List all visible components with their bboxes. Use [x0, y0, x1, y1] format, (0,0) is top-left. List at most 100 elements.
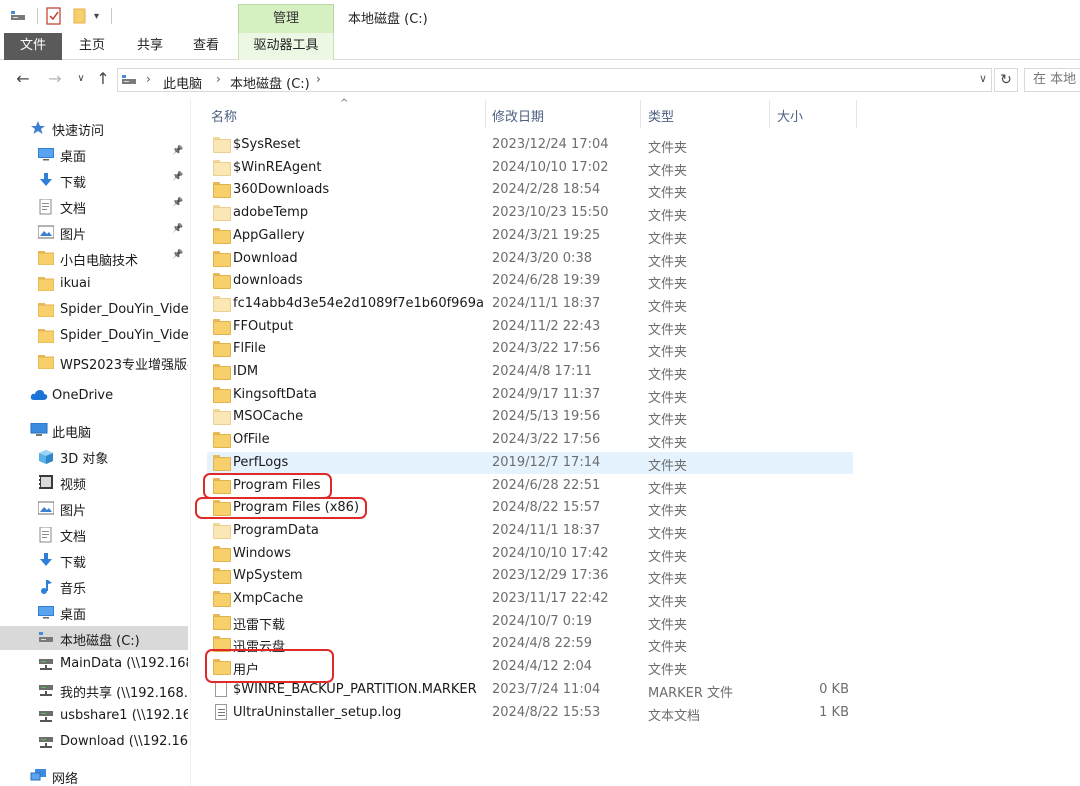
file-date: 2019/12/7 17:14	[492, 454, 601, 470]
column-header-name[interactable]: 名称	[211, 106, 237, 125]
file-row[interactable]: Windows 2024/10/10 17:42 文件夹	[207, 543, 853, 565]
sidebar-item[interactable]: usbshare1 (\\192.168	[0, 704, 188, 728]
file-row[interactable]: Download 2024/3/20 0:38 文件夹	[207, 248, 853, 270]
sidebar-item-label: 此电脑	[52, 426, 92, 441]
forward-arrow-icon[interactable]: →	[46, 69, 64, 89]
file-date: 2024/3/21 19:25	[492, 227, 601, 243]
tab-home[interactable]: 主页	[70, 33, 114, 60]
file-row[interactable]: OfFile 2024/3/22 17:56 文件夹	[207, 429, 853, 451]
sidebar-item[interactable]: 视频	[0, 470, 188, 494]
sidebar-item[interactable]: 快速访问	[0, 116, 188, 140]
sidebar-item[interactable]: Spider_DouYin_Video	[0, 298, 188, 322]
sidebar-item[interactable]: 文档	[0, 522, 188, 546]
sidebar-item-label: usbshare1 (\\192.168	[60, 708, 188, 723]
file-row[interactable]: 迅雷下载 2024/10/7 0:19 文件夹	[207, 611, 853, 633]
column-header-date[interactable]: 修改日期	[492, 106, 544, 125]
sidebar-item-label: WPS2023专业增强版-	[60, 358, 188, 373]
file-name: 迅雷下载	[233, 617, 286, 633]
file-row[interactable]: ProgramData 2024/11/1 18:37 文件夹	[207, 520, 853, 542]
sidebar-item[interactable]: Spider_DouYin_Video	[0, 324, 188, 348]
back-arrow-icon[interactable]: ←	[14, 69, 32, 89]
file-row[interactable]: PerfLogs 2019/12/7 17:14 文件夹	[207, 451, 853, 474]
sidebar-item[interactable]: 图片 📌	[0, 220, 188, 244]
recent-locations-icon[interactable]: ∨	[72, 69, 90, 89]
breadcrumb-chevron-icon[interactable]: ›	[146, 72, 151, 86]
file-row[interactable]: $SysReset 2023/12/24 17:04 文件夹	[207, 134, 853, 156]
breadcrumb-this-pc[interactable]: 此电脑	[163, 73, 202, 92]
column-header-size[interactable]: 大小	[777, 106, 803, 125]
folder-icon	[37, 329, 55, 344]
pin-icon[interactable]: 📌	[172, 172, 183, 182]
file-row[interactable]: IDM 2024/4/8 17:11 文件夹	[207, 361, 853, 383]
pin-icon[interactable]: 📌	[172, 250, 183, 260]
pin-icon[interactable]: 📌	[172, 146, 183, 156]
file-row[interactable]: downloads 2024/6/28 19:39 文件夹	[207, 270, 853, 292]
file-row[interactable]: FFOutput 2024/11/2 22:43 文件夹	[207, 316, 853, 338]
sidebar-item[interactable]: OneDrive	[0, 384, 188, 408]
sidebar-item[interactable]: 本地磁盘 (C:)	[0, 626, 188, 650]
network-drive-icon	[38, 683, 54, 697]
column-header-type[interactable]: 类型	[648, 106, 674, 125]
tab-view[interactable]: 查看	[184, 33, 228, 60]
sidebar-item[interactable]: Download (\\192.168	[0, 730, 188, 754]
address-bar[interactable]: › 此电脑 › 本地磁盘 (C:) › ∨	[117, 68, 992, 92]
manage-tab[interactable]: 管理	[238, 4, 334, 33]
sidebar-item[interactable]: 图片	[0, 496, 188, 520]
sidebar-item[interactable]: 音乐	[0, 574, 188, 598]
file-name: $WINRE_BACKUP_PARTITION.MARKER	[233, 681, 477, 697]
file-name: AppGallery	[233, 227, 305, 243]
navigation-bar: ← → ∨ ↑ › 此电脑 › 本地磁盘 (C:) › ∨ ↻ 在 本地	[0, 60, 1080, 98]
file-row[interactable]: MSOCache 2024/5/13 19:56 文件夹	[207, 406, 853, 428]
file-row[interactable]: Program Files (x86) 2024/8/22 15:57 文件夹	[207, 497, 853, 519]
file-date: 2024/10/7 0:19	[492, 613, 592, 629]
sidebar-item[interactable]: 桌面	[0, 600, 188, 624]
sidebar-item[interactable]: 桌面 📌	[0, 142, 188, 166]
refresh-button[interactable]: ↻	[994, 68, 1018, 92]
file-row[interactable]: $WINRE_BACKUP_PARTITION.MARKER 2023/7/24 …	[207, 679, 853, 701]
file-row[interactable]: 360Downloads 2024/2/28 18:54 文件夹	[207, 179, 853, 201]
file-row[interactable]: 迅雷云盘 2024/4/8 22:59 文件夹	[207, 633, 853, 655]
breadcrumb-chevron-icon[interactable]: ›	[316, 72, 321, 86]
sidebar-item[interactable]: WPS2023专业增强版-	[0, 350, 188, 374]
pin-icon[interactable]: 📌	[172, 224, 183, 234]
properties-icon[interactable]	[46, 7, 62, 25]
sidebar-item[interactable]: ikuai	[0, 272, 188, 296]
file-row[interactable]: XmpCache 2023/11/17 22:42 文件夹	[207, 588, 853, 610]
file-row[interactable]: FlFile 2024/3/22 17:56 文件夹	[207, 338, 853, 360]
tab-file[interactable]: 文件	[4, 33, 62, 60]
address-dropdown-icon[interactable]: ∨	[979, 72, 987, 85]
file-date: 2024/2/28 18:54	[492, 182, 601, 198]
sidebar-item[interactable]: MainData (\\192.168	[0, 652, 188, 676]
new-folder-icon[interactable]	[72, 8, 88, 24]
breadcrumb-local-disk[interactable]: 本地磁盘 (C:)	[230, 73, 310, 92]
sidebar-item[interactable]: 3D 对象	[0, 444, 188, 468]
up-arrow-icon[interactable]: ↑	[94, 69, 112, 89]
breadcrumb-chevron-icon[interactable]: ›	[216, 72, 221, 86]
folder-icon	[37, 251, 55, 266]
file-row[interactable]: $WinREAgent 2024/10/10 17:02 文件夹	[207, 157, 853, 179]
file-row[interactable]: fc14abb4d3e54e2d1089f7e1b60f969a 2024/11/…	[207, 293, 853, 315]
sidebar-item[interactable]: 小白电脑技术 📌	[0, 246, 188, 270]
sidebar-item[interactable]: 下载 📌	[0, 168, 188, 192]
search-input[interactable]: 在 本地	[1024, 68, 1080, 92]
sidebar-item-label: OneDrive	[52, 388, 114, 403]
drive-small-icon[interactable]	[10, 9, 26, 23]
customize-toolbar-icon[interactable]: ▾	[94, 6, 99, 26]
tab-share[interactable]: 共享	[128, 33, 172, 60]
tab-drive-tools[interactable]: 驱动器工具	[238, 33, 334, 60]
file-row[interactable]: 用户 2024/4/12 2:04 文件夹	[207, 656, 853, 678]
sidebar-item[interactable]: 我的共享 (\\192.168.3	[0, 678, 188, 702]
sidebar-item[interactable]: 文档 📌	[0, 194, 188, 218]
file-row[interactable]: adobeTemp 2023/10/23 15:50 文件夹	[207, 202, 853, 224]
file-row[interactable]: AppGallery 2024/3/21 19:25 文件夹	[207, 225, 853, 247]
pin-icon[interactable]: 📌	[172, 198, 183, 208]
file-name: IDM	[233, 364, 259, 379]
sidebar-item[interactable]: 网络	[0, 764, 188, 786]
sidebar-item[interactable]: 下载	[0, 548, 188, 572]
file-row[interactable]: Program Files 2024/6/28 22:51 文件夹	[207, 475, 853, 497]
file-row[interactable]: WpSystem 2023/12/29 17:36 文件夹	[207, 565, 853, 587]
file-row[interactable]: UltraUninstaller_setup.log 2024/8/22 15:5…	[207, 702, 853, 724]
file-date: 2024/4/12 2:04	[492, 659, 592, 675]
file-row[interactable]: KingsoftData 2024/9/17 11:37 文件夹	[207, 384, 853, 406]
sidebar-item[interactable]: 此电脑	[0, 418, 188, 442]
